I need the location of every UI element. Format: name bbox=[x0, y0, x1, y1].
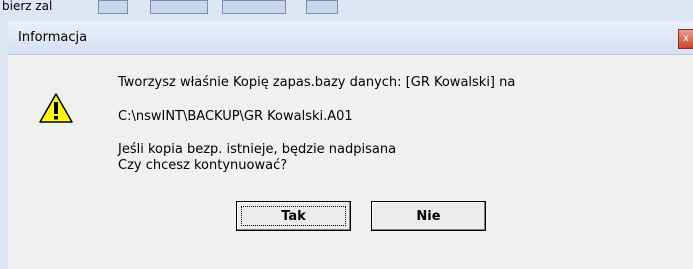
dialog-title: Informacja bbox=[18, 30, 88, 45]
yes-button[interactable]: Tak bbox=[236, 201, 351, 231]
message-backup-path: C:\nswINT\BACKUP\GR Kowalski.A01 bbox=[118, 109, 353, 124]
background-toolbar-button bbox=[98, 0, 128, 14]
background-toolbar-button bbox=[150, 0, 208, 14]
background-toolbar-button bbox=[306, 0, 338, 14]
dialog-content: Tworzysz właśnie Kopię zapas.bazy danych… bbox=[8, 55, 693, 269]
no-button-label: Nie bbox=[416, 208, 441, 224]
background-app-toolbar: bierz zal bbox=[0, 0, 693, 23]
warning-icon bbox=[39, 93, 73, 123]
message-overwrite-warning: Jeśli kopia bezp. istnieje, będzie nadpi… bbox=[118, 142, 397, 157]
close-button[interactable]: x bbox=[678, 29, 693, 49]
no-button[interactable]: Nie bbox=[371, 201, 486, 231]
message-line-destination: Tworzysz właśnie Kopię zapas.bazy danych… bbox=[118, 75, 516, 90]
message-confirm-question: Czy chcesz kontynuować? bbox=[118, 158, 288, 173]
background-partial-text: bierz zal bbox=[2, 0, 53, 13]
yes-button-label: Tak bbox=[281, 208, 306, 224]
information-dialog: Informacja x Tworzysz właśnie Kopię zapa… bbox=[8, 22, 693, 269]
close-icon: x bbox=[683, 33, 689, 44]
dialog-titlebar[interactable]: Informacja x bbox=[8, 22, 693, 55]
background-toolbar-button bbox=[222, 0, 286, 14]
